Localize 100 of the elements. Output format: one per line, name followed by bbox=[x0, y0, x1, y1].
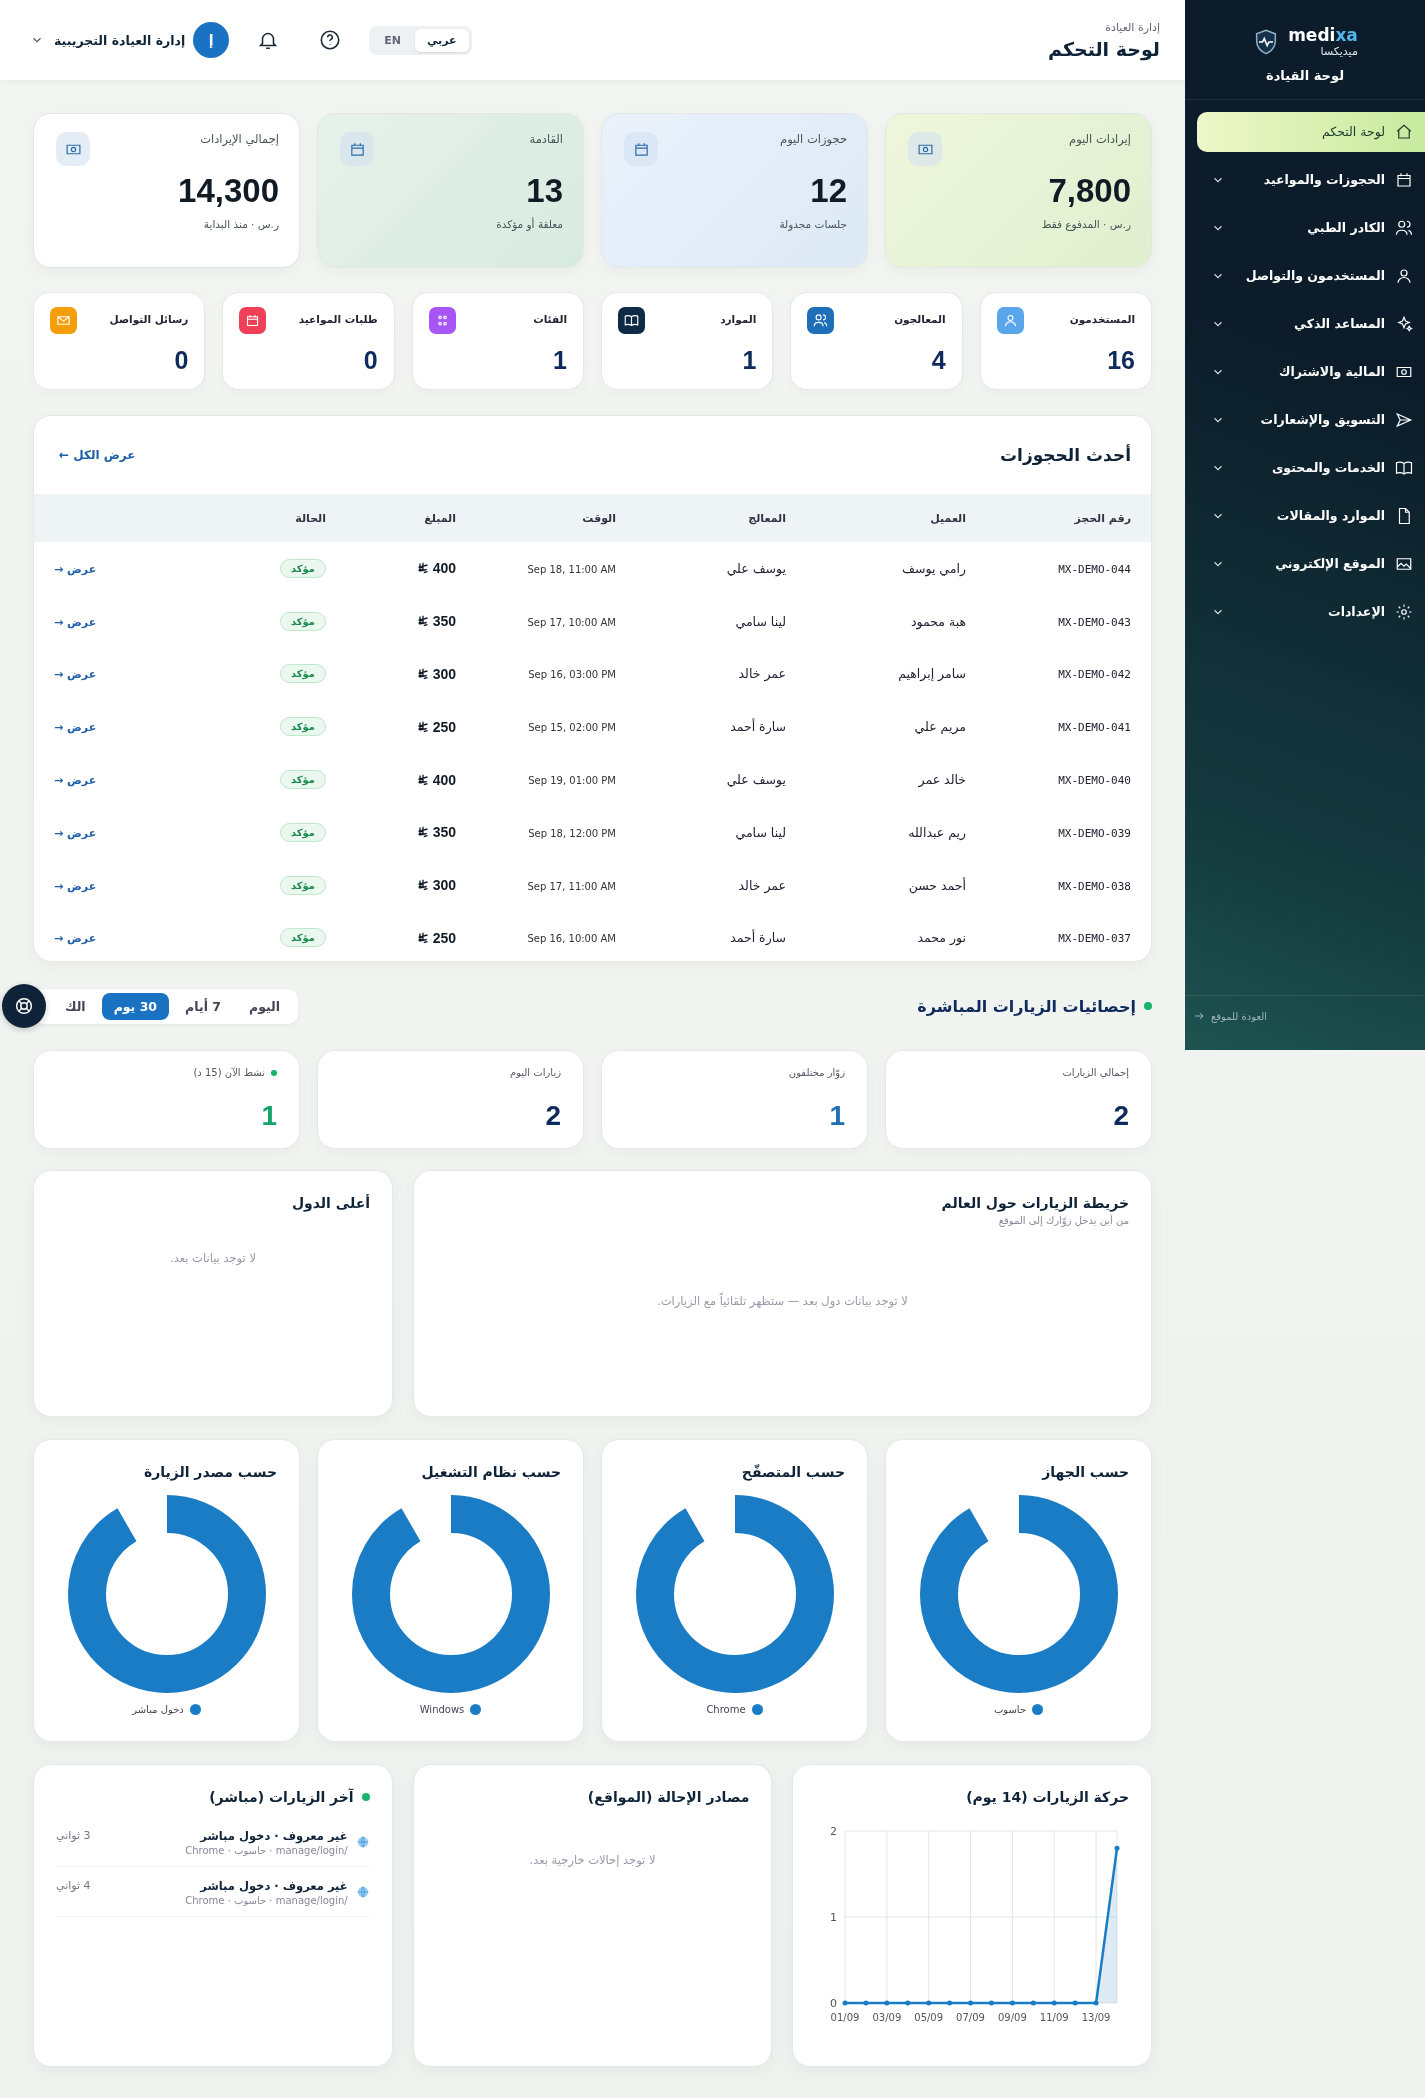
view-link[interactable]: عرض → bbox=[54, 668, 97, 682]
range-tab[interactable]: اليوم bbox=[236, 992, 293, 1020]
amount: 300 bbox=[432, 666, 456, 682]
nav-item[interactable]: المستخدمون والتواصل bbox=[1197, 255, 1425, 296]
visit-time: 4 ثواني bbox=[56, 1879, 91, 1892]
booking-id: MX-DEMO-041 bbox=[1058, 721, 1131, 735]
stat-value: 13 bbox=[525, 172, 563, 210]
nav-item[interactable]: الخدمات والمحتوى bbox=[1197, 447, 1425, 488]
help-icon[interactable] bbox=[319, 29, 342, 51]
booking-time: Sep 17, 10:00 AM bbox=[527, 616, 616, 628]
count-value: 1 bbox=[741, 346, 757, 375]
card-title: أحدث الحجوزات bbox=[1000, 445, 1131, 465]
column-header: الحالة bbox=[295, 511, 326, 525]
status-badge: مؤكد bbox=[279, 822, 326, 842]
status-badge: مؤكد bbox=[279, 770, 326, 790]
empty-message: لا توجد بيانات بعد. bbox=[170, 1251, 256, 1265]
view-link[interactable]: عرض → bbox=[54, 562, 97, 576]
help-button[interactable] bbox=[2, 984, 46, 1028]
range-tab[interactable]: 30 يوم bbox=[101, 992, 170, 1020]
count-label: الموارد bbox=[720, 313, 757, 325]
column-header: العميل bbox=[930, 511, 966, 525]
client-name: ريم عبدالله bbox=[908, 824, 966, 840]
amount: 400 bbox=[432, 771, 456, 788]
arrow-icon bbox=[1193, 1010, 1205, 1022]
nav-item[interactable]: الموارد والمقالات bbox=[1197, 495, 1425, 536]
count-label: المستخدمون bbox=[1069, 313, 1135, 325]
riyal-icon bbox=[416, 615, 429, 628]
home-icon bbox=[1395, 122, 1413, 141]
count-label: طلبات المواعيد bbox=[298, 313, 378, 325]
booking-id: MX-DEMO-040 bbox=[1058, 774, 1131, 788]
nav-item[interactable]: لوحة التحكم bbox=[1197, 111, 1425, 152]
therapist-name: سارة أحمد bbox=[730, 719, 786, 735]
stat-label: زوّار مختلفون bbox=[788, 1067, 845, 1078]
legend-label: Chrome bbox=[706, 1704, 746, 1715]
user-avatar[interactable]: إ bbox=[193, 22, 230, 58]
legend-label: دخول مباشر bbox=[132, 1704, 184, 1715]
nav-item[interactable]: الكادر الطبي bbox=[1197, 207, 1425, 248]
nav-item[interactable]: الحجوزات والمواعيد bbox=[1197, 159, 1425, 200]
card-title: حسب الجهاز bbox=[1040, 1464, 1129, 1480]
visit-time: 3 ثواني bbox=[56, 1829, 91, 1842]
client-name: نور محمد bbox=[917, 930, 966, 946]
user-menu[interactable]: إدارة العيادة التجريبية bbox=[54, 32, 186, 48]
view-link[interactable]: عرض → bbox=[54, 615, 97, 629]
y-tick-label: 0 bbox=[830, 1997, 838, 2010]
count-value: 0 bbox=[362, 346, 378, 375]
view-link[interactable]: عرض → bbox=[54, 932, 97, 946]
riyal-icon bbox=[416, 931, 429, 944]
count-value: 16 bbox=[1106, 346, 1135, 375]
status-badge: مؤكد bbox=[279, 875, 326, 895]
status-badge: مؤكد bbox=[279, 717, 326, 737]
range-tab[interactable]: الك bbox=[53, 992, 98, 1020]
settings-icon bbox=[1395, 602, 1413, 621]
view-link[interactable]: عرض → bbox=[54, 721, 97, 735]
nav-item[interactable]: الإعدادات bbox=[1197, 591, 1425, 632]
stat-note: معلقة أو مؤكدة bbox=[495, 218, 563, 230]
booking-id: MX-DEMO-043 bbox=[1058, 615, 1131, 629]
x-tick-label: 03/09 bbox=[872, 2012, 902, 2023]
sparkles-icon bbox=[1395, 314, 1413, 333]
stat-label: إيرادات اليوم bbox=[1069, 132, 1131, 146]
nav-item[interactable]: الموقع الإلكتروني bbox=[1197, 543, 1425, 584]
nav-item[interactable]: التسويق والإشعارات bbox=[1197, 399, 1425, 440]
y-tick-label: 2 bbox=[830, 1825, 838, 1838]
card-title: حركة الزيارات (14 يوم) bbox=[965, 1789, 1129, 1805]
back-to-site-link[interactable]: العودة للموقع bbox=[1211, 1010, 1268, 1022]
card-title: آخر الزيارات (مباشر) bbox=[209, 1789, 354, 1805]
card-title: مصادر الإحالة (المواقع) bbox=[586, 1789, 750, 1805]
therapist-name: عمر خالد bbox=[738, 877, 786, 893]
stat-note: ر.س · منذ البداية bbox=[202, 218, 279, 230]
y-tick-label: 1 bbox=[830, 1911, 838, 1924]
nav-item[interactable]: المالية والاشتراك bbox=[1197, 351, 1425, 392]
empty-message: لا توجد بيانات دول بعد — ستظهر تلقائياً مع الزيارات. bbox=[657, 1294, 908, 1308]
range-tab[interactable]: 7 أيام bbox=[173, 992, 233, 1020]
view-link[interactable]: عرض → bbox=[54, 879, 97, 893]
therapist-name: لينا سامي bbox=[735, 613, 786, 629]
booking-time: Sep 16, 03:00 PM bbox=[528, 669, 616, 681]
x-tick-label: 09/09 bbox=[998, 2012, 1027, 2023]
booking-id: MX-DEMO-044 bbox=[1058, 562, 1131, 576]
calendar-icon bbox=[1395, 170, 1413, 189]
booking-id: MX-DEMO-037 bbox=[1058, 932, 1131, 946]
view-link[interactable]: عرض → bbox=[54, 826, 97, 840]
x-tick-label: 05/09 bbox=[914, 2012, 944, 2023]
view-link[interactable]: عرض → bbox=[54, 774, 97, 788]
count-label: المعالجون bbox=[894, 313, 946, 325]
booking-time: Sep 19, 01:00 PM bbox=[528, 775, 616, 787]
column-header: المبلغ bbox=[424, 511, 456, 525]
empty-message: لا توجد إحالات خارجية بعد. bbox=[529, 1853, 656, 1867]
count-label: رسائل التواصل bbox=[109, 313, 189, 325]
nav-item[interactable]: المساعد الذكي bbox=[1197, 303, 1425, 344]
column-header: رقم الحجز bbox=[1074, 511, 1131, 525]
visit-detail: /manage/login · حاسوب · Chrome bbox=[184, 1845, 348, 1856]
status-badge: مؤكد bbox=[279, 611, 326, 631]
language-option[interactable]: عربي bbox=[414, 28, 469, 52]
client-name: هبة محمود bbox=[910, 613, 966, 629]
language-option[interactable]: EN bbox=[372, 28, 413, 52]
booking-time: Sep 18, 11:00 AM bbox=[527, 563, 616, 575]
x-tick-label: 13/09 bbox=[1081, 2012, 1111, 2023]
card-title: حسب المتصفّح bbox=[740, 1464, 845, 1480]
client-name: خالد عمر bbox=[918, 772, 966, 788]
view-all-link[interactable]: عرض الكل ← bbox=[59, 448, 136, 462]
visit-title: غير معروف · دخول مباشر bbox=[198, 1879, 348, 1893]
